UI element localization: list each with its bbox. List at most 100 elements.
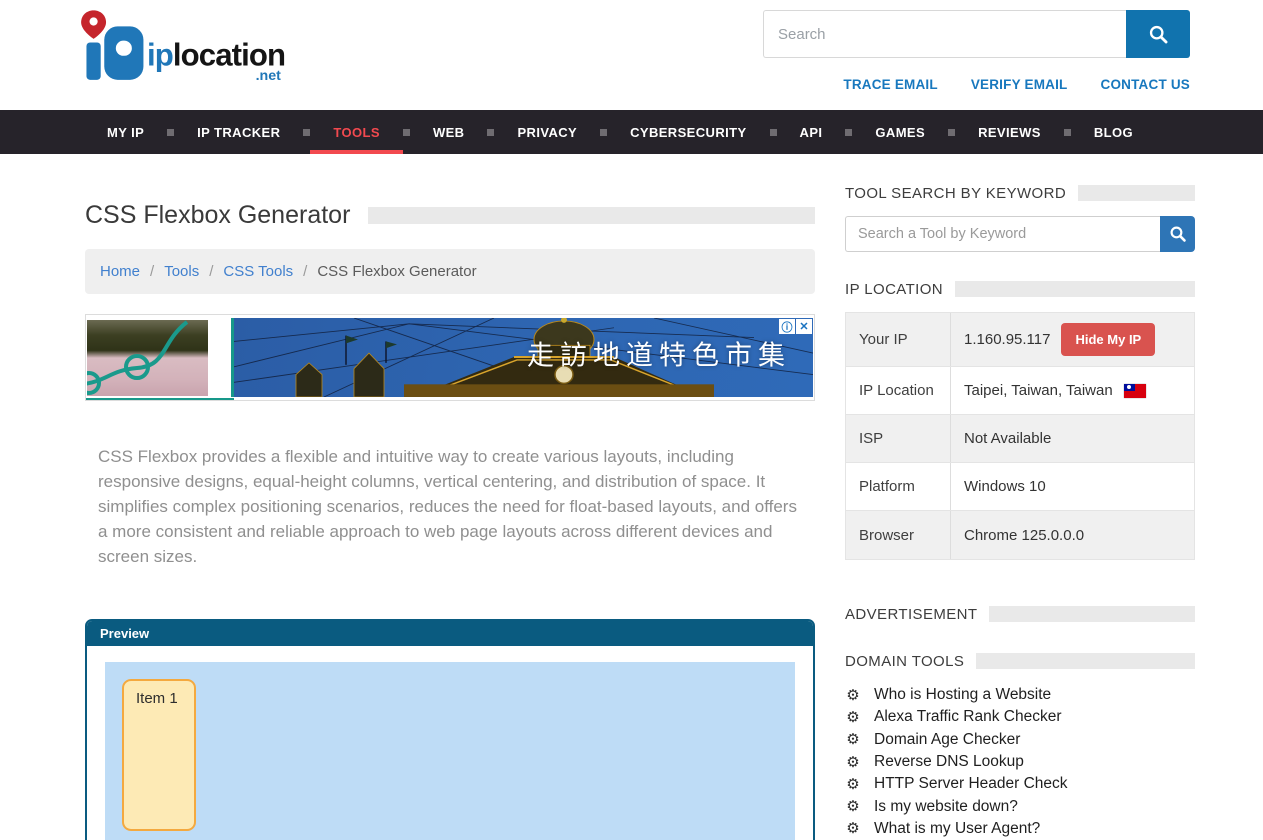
ad-choice-icons: ⓘ ✕	[779, 319, 812, 334]
tool-search-heading: TOOL SEARCH BY KEYWORD	[845, 184, 1195, 202]
breadcrumb-current: CSS Flexbox Generator	[317, 263, 476, 280]
ip-location-heading-text: IP LOCATION	[845, 281, 943, 298]
sidebar: TOOL SEARCH BY KEYWORD IP LOCATION Your …	[845, 154, 1195, 840]
ip-location-heading: IP LOCATION	[845, 280, 1195, 298]
domain-tool-label: HTTP Server Header Check	[874, 775, 1068, 793]
nav-item-games[interactable]: GAMES	[852, 110, 948, 154]
nav-separator	[487, 129, 494, 136]
main-column: CSS Flexbox Generator Home / Tools / CSS…	[85, 154, 815, 840]
breadcrumb-separator: /	[209, 263, 213, 280]
heading-decoration-bar	[1078, 185, 1195, 201]
header-search-button[interactable]	[1126, 10, 1190, 58]
gear-icon: ⚙	[845, 688, 861, 703]
gear-icon: ⚙	[845, 777, 861, 792]
flex-preview-item-1[interactable]: Item 1	[122, 679, 196, 831]
row-label: IP Location	[846, 367, 951, 414]
row-label: Your IP	[846, 313, 951, 366]
flex-preview-container: Item 1	[105, 662, 795, 840]
nav-item-tools[interactable]: TOOLS	[310, 110, 403, 154]
tool-description: CSS Flexbox provides a flexible and intu…	[85, 445, 805, 570]
ad-close-icon[interactable]: ✕	[796, 319, 812, 334]
table-row-browser: Browser Chrome 125.0.0.0	[846, 511, 1194, 559]
trace-email-link[interactable]: TRACE EMAIL	[843, 77, 937, 92]
domain-tool-website-down[interactable]: ⚙ Is my website down?	[845, 795, 1195, 817]
page-title: CSS Flexbox Generator	[85, 201, 350, 230]
nav-separator	[1064, 129, 1071, 136]
tool-search-button[interactable]	[1160, 216, 1195, 252]
domain-tool-label: Is my website down?	[874, 798, 1018, 816]
nav-separator	[303, 129, 310, 136]
isp-value: Not Available	[964, 430, 1051, 447]
ad-banner[interactable]: 走訪地道特色市集 ⓘ ✕	[85, 314, 815, 401]
search-icon	[1148, 24, 1169, 45]
ad-info-icon[interactable]: ⓘ	[779, 319, 795, 334]
logo-graphic: iplocation .net	[74, 6, 309, 86]
domain-tools-list: ⚙ Who is Hosting a Website ⚙ Alexa Traff…	[845, 684, 1195, 840]
taiwan-flag-icon	[1124, 384, 1146, 398]
content: CSS Flexbox Generator Home / Tools / CSS…	[0, 154, 1263, 840]
gear-icon: ⚙	[845, 799, 861, 814]
nav-item-my-ip[interactable]: MY IP	[84, 110, 167, 154]
ad-divider	[208, 315, 234, 400]
breadcrumb-tools[interactable]: Tools	[164, 263, 199, 280]
ad-left-image	[87, 320, 208, 396]
domain-tools-heading-text: DOMAIN TOOLS	[845, 653, 964, 670]
header-search-input[interactable]	[763, 10, 1126, 58]
preview-panel-body: Item 1	[87, 646, 813, 840]
table-row-platform: Platform Windows 10	[846, 463, 1194, 511]
domain-tool-label: Domain Age Checker	[874, 731, 1020, 749]
domain-tool-label: Who is Hosting a Website	[874, 686, 1051, 704]
nav-item-reviews[interactable]: REVIEWS	[955, 110, 1064, 154]
domain-tool-domain-age[interactable]: ⚙ Domain Age Checker	[845, 729, 1195, 751]
gear-icon: ⚙	[845, 821, 861, 836]
advertisement-heading: ADVERTISEMENT	[845, 605, 1195, 623]
nav-item-web[interactable]: WEB	[410, 110, 488, 154]
ip-location-value: Taipei, Taiwan, Taiwan	[964, 382, 1113, 399]
table-row-ip-location: IP Location Taipei, Taiwan, Taiwan	[846, 367, 1194, 415]
domain-tool-who-is-hosting[interactable]: ⚙ Who is Hosting a Website	[845, 684, 1195, 706]
ad-right-image: 走訪地道特色市集 ⓘ ✕	[234, 318, 813, 397]
ad-caption: 走訪地道特色市集	[527, 333, 791, 372]
domain-tool-reverse-dns[interactable]: ⚙ Reverse DNS Lookup	[845, 751, 1195, 773]
nav-item-cybersecurity[interactable]: CYBERSECURITY	[607, 110, 769, 154]
domain-tool-alexa-rank[interactable]: ⚙ Alexa Traffic Rank Checker	[845, 706, 1195, 728]
nav-separator	[403, 129, 410, 136]
domain-tool-label: Reverse DNS Lookup	[874, 753, 1024, 771]
main-nav: MY IP IP TRACKER TOOLS WEB PRIVACY CYBER…	[0, 110, 1263, 154]
heading-decoration-bar	[989, 606, 1195, 622]
heading-decoration-bar	[976, 653, 1195, 669]
row-label: ISP	[846, 415, 951, 462]
nav-item-ip-tracker[interactable]: IP TRACKER	[174, 110, 303, 154]
hide-my-ip-button[interactable]: Hide My IP	[1061, 323, 1155, 356]
ip-location-table: Your IP 1.160.95.117 Hide My IP IP Locat…	[845, 312, 1195, 560]
browser-value: Chrome 125.0.0.0	[964, 527, 1084, 544]
table-row-your-ip: Your IP 1.160.95.117 Hide My IP	[846, 313, 1194, 367]
contact-us-link[interactable]: CONTACT US	[1101, 77, 1191, 92]
domain-tool-user-agent[interactable]: ⚙ What is my User Agent?	[845, 818, 1195, 840]
verify-email-link[interactable]: VERIFY EMAIL	[971, 77, 1068, 92]
header-right: TRACE EMAIL VERIFY EMAIL CONTACT US	[763, 10, 1190, 92]
gear-icon: ⚙	[845, 710, 861, 725]
nav-separator	[167, 129, 174, 136]
site-logo[interactable]: iplocation .net	[74, 6, 309, 91]
site-header: iplocation .net TRACE EMAIL VERIFY EMAIL…	[0, 0, 1263, 110]
platform-value: Windows 10	[964, 478, 1046, 495]
nav-item-blog[interactable]: BLOG	[1071, 110, 1156, 154]
nav-item-api[interactable]: API	[777, 110, 846, 154]
domain-tool-http-header[interactable]: ⚙ HTTP Server Header Check	[845, 773, 1195, 795]
tool-search	[845, 216, 1195, 252]
nav-separator	[948, 129, 955, 136]
breadcrumb-css-tools[interactable]: CSS Tools	[223, 263, 293, 280]
title-decoration-bar	[368, 207, 815, 224]
header-search	[763, 10, 1190, 58]
breadcrumb-separator: /	[303, 263, 307, 280]
table-row-isp: ISP Not Available	[846, 415, 1194, 463]
domain-tool-label: What is my User Agent?	[874, 820, 1040, 838]
your-ip-value: 1.160.95.117	[964, 331, 1050, 348]
tool-search-input[interactable]	[845, 216, 1160, 252]
breadcrumb-home[interactable]: Home	[100, 263, 140, 280]
search-icon	[1169, 225, 1187, 243]
nav-item-privacy[interactable]: PRIVACY	[494, 110, 600, 154]
top-links: TRACE EMAIL VERIFY EMAIL CONTACT US	[763, 77, 1190, 92]
breadcrumb: Home / Tools / CSS Tools / CSS Flexbox G…	[85, 249, 815, 294]
